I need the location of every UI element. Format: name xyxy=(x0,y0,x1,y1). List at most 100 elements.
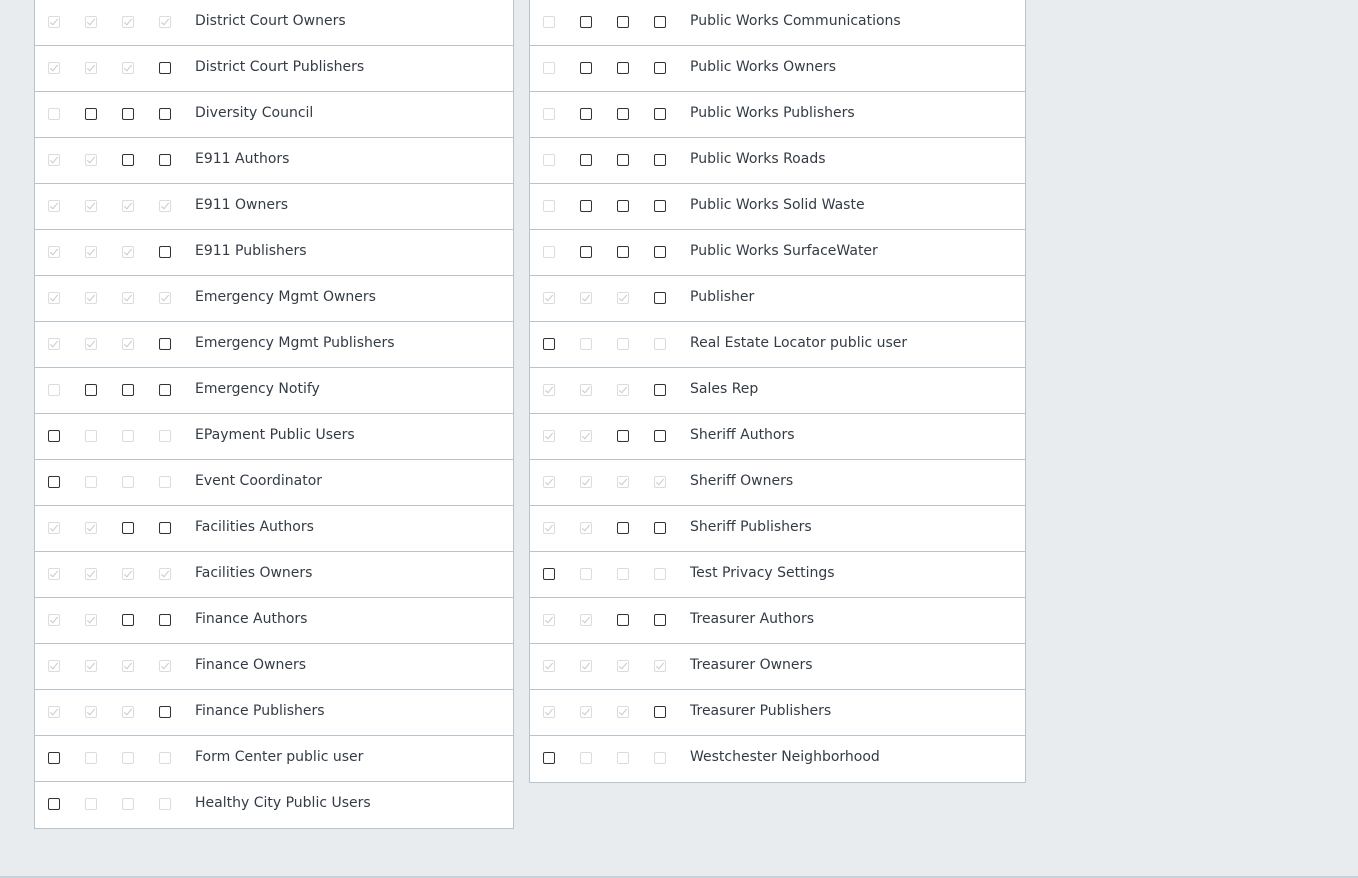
group-name-label: Westchester Neighborhood xyxy=(690,749,880,765)
permission-row: Finance Authors xyxy=(35,598,513,644)
permission-row: Public Works SurfaceWater xyxy=(530,230,1025,276)
permission-row: Facilities Authors xyxy=(35,506,513,552)
permission-checkbox-4[interactable] xyxy=(159,108,171,120)
permission-checkbox-3[interactable] xyxy=(122,522,134,534)
permission-checkbox-1[interactable] xyxy=(543,568,555,580)
permission-checkbox-1 xyxy=(48,154,60,166)
group-name-label: Emergency Mgmt Owners xyxy=(195,289,376,305)
permission-checkbox-1 xyxy=(543,430,555,442)
permission-checkbox-3[interactable] xyxy=(617,108,629,120)
permission-checkbox-1 xyxy=(48,200,60,212)
permission-checkbox-1 xyxy=(543,108,555,120)
permission-checkbox-3 xyxy=(122,200,134,212)
permission-checkbox-4[interactable] xyxy=(159,706,171,718)
permission-checkbox-1[interactable] xyxy=(48,476,60,488)
permission-checkbox-4 xyxy=(159,430,171,442)
permission-row: Sales Rep xyxy=(530,368,1025,414)
permission-checkbox-3[interactable] xyxy=(617,246,629,258)
permission-checkbox-3 xyxy=(617,292,629,304)
permission-checkbox-4[interactable] xyxy=(654,108,666,120)
permission-checkbox-3[interactable] xyxy=(122,154,134,166)
permission-checkbox-4[interactable] xyxy=(159,614,171,626)
permission-checkbox-4 xyxy=(654,752,666,764)
group-name-label: Emergency Notify xyxy=(195,381,320,397)
permission-row: Westchester Neighborhood xyxy=(530,736,1025,782)
permission-row: Public Works Solid Waste xyxy=(530,184,1025,230)
group-name-label: E911 Authors xyxy=(195,151,290,167)
permission-checkbox-3 xyxy=(617,384,629,396)
permission-checkbox-1 xyxy=(543,200,555,212)
permission-checkbox-4[interactable] xyxy=(159,338,171,350)
permission-checkbox-4 xyxy=(159,476,171,488)
group-name-label: Finance Publishers xyxy=(195,703,325,719)
permission-checkbox-3 xyxy=(122,338,134,350)
permission-checkbox-4[interactable] xyxy=(654,62,666,74)
permission-checkbox-4[interactable] xyxy=(159,384,171,396)
permission-checkbox-3[interactable] xyxy=(122,108,134,120)
permission-checkbox-2[interactable] xyxy=(85,108,97,120)
permission-checkbox-4[interactable] xyxy=(654,292,666,304)
permission-checkbox-1[interactable] xyxy=(48,752,60,764)
permission-checkbox-4[interactable] xyxy=(159,246,171,258)
permission-checkbox-4[interactable] xyxy=(654,246,666,258)
permission-checkbox-3[interactable] xyxy=(122,614,134,626)
permission-checkbox-4[interactable] xyxy=(654,430,666,442)
permission-checkbox-2[interactable] xyxy=(580,246,592,258)
permission-checkbox-3 xyxy=(122,246,134,258)
permission-checkbox-3[interactable] xyxy=(617,614,629,626)
permission-checkbox-4[interactable] xyxy=(654,384,666,396)
permission-checkbox-4[interactable] xyxy=(159,62,171,74)
permission-checkbox-4 xyxy=(159,568,171,580)
permission-checkbox-1 xyxy=(543,476,555,488)
permission-checkbox-4 xyxy=(654,476,666,488)
permission-checkbox-2 xyxy=(85,752,97,764)
group-name-label: Public Works Communications xyxy=(690,13,901,29)
permission-checkbox-3[interactable] xyxy=(617,62,629,74)
permission-checkbox-4[interactable] xyxy=(654,200,666,212)
permission-checkbox-2[interactable] xyxy=(580,62,592,74)
permission-checkbox-1 xyxy=(48,108,60,120)
group-name-label: Facilities Authors xyxy=(195,519,314,535)
permission-checkbox-3[interactable] xyxy=(617,430,629,442)
permission-checkbox-4 xyxy=(654,338,666,350)
permission-checkbox-4[interactable] xyxy=(159,522,171,534)
permission-checkbox-2 xyxy=(580,476,592,488)
permission-checkbox-3[interactable] xyxy=(122,384,134,396)
permission-checkbox-2[interactable] xyxy=(85,384,97,396)
permission-checkbox-1[interactable] xyxy=(543,338,555,350)
permission-checkbox-1 xyxy=(543,522,555,534)
permission-checkbox-4[interactable] xyxy=(654,522,666,534)
group-name-label: Finance Authors xyxy=(195,611,308,627)
permission-checkbox-3 xyxy=(617,568,629,580)
permission-checkbox-2[interactable] xyxy=(580,16,592,28)
permission-checkbox-4[interactable] xyxy=(654,154,666,166)
permission-checkbox-1 xyxy=(543,292,555,304)
permission-checkbox-2[interactable] xyxy=(580,108,592,120)
permission-checkbox-4[interactable] xyxy=(654,614,666,626)
permission-checkbox-3 xyxy=(617,476,629,488)
permission-checkbox-1[interactable] xyxy=(48,430,60,442)
permission-checkbox-3[interactable] xyxy=(617,522,629,534)
permission-checkbox-4[interactable] xyxy=(654,706,666,718)
permission-checkbox-2[interactable] xyxy=(580,154,592,166)
permission-checkbox-1[interactable] xyxy=(543,752,555,764)
permission-checkbox-1[interactable] xyxy=(48,798,60,810)
permission-checkbox-2 xyxy=(85,292,97,304)
permission-checkbox-3[interactable] xyxy=(617,200,629,212)
permission-checkbox-3[interactable] xyxy=(617,154,629,166)
permission-checkbox-3 xyxy=(122,568,134,580)
permission-checkbox-3 xyxy=(617,338,629,350)
permission-checkbox-2 xyxy=(85,200,97,212)
permission-checkbox-1 xyxy=(48,568,60,580)
permission-checkbox-2[interactable] xyxy=(580,200,592,212)
permission-checkbox-4[interactable] xyxy=(654,16,666,28)
permission-checkbox-2 xyxy=(85,430,97,442)
permission-row: Finance Owners xyxy=(35,644,513,690)
permission-checkbox-4[interactable] xyxy=(159,154,171,166)
permission-row: E911 Publishers xyxy=(35,230,513,276)
group-name-label: Finance Owners xyxy=(195,657,307,673)
permission-row: Public Works Owners xyxy=(530,46,1025,92)
permission-checkbox-2 xyxy=(580,522,592,534)
permission-checkbox-2 xyxy=(580,430,592,442)
permission-checkbox-3[interactable] xyxy=(617,16,629,28)
